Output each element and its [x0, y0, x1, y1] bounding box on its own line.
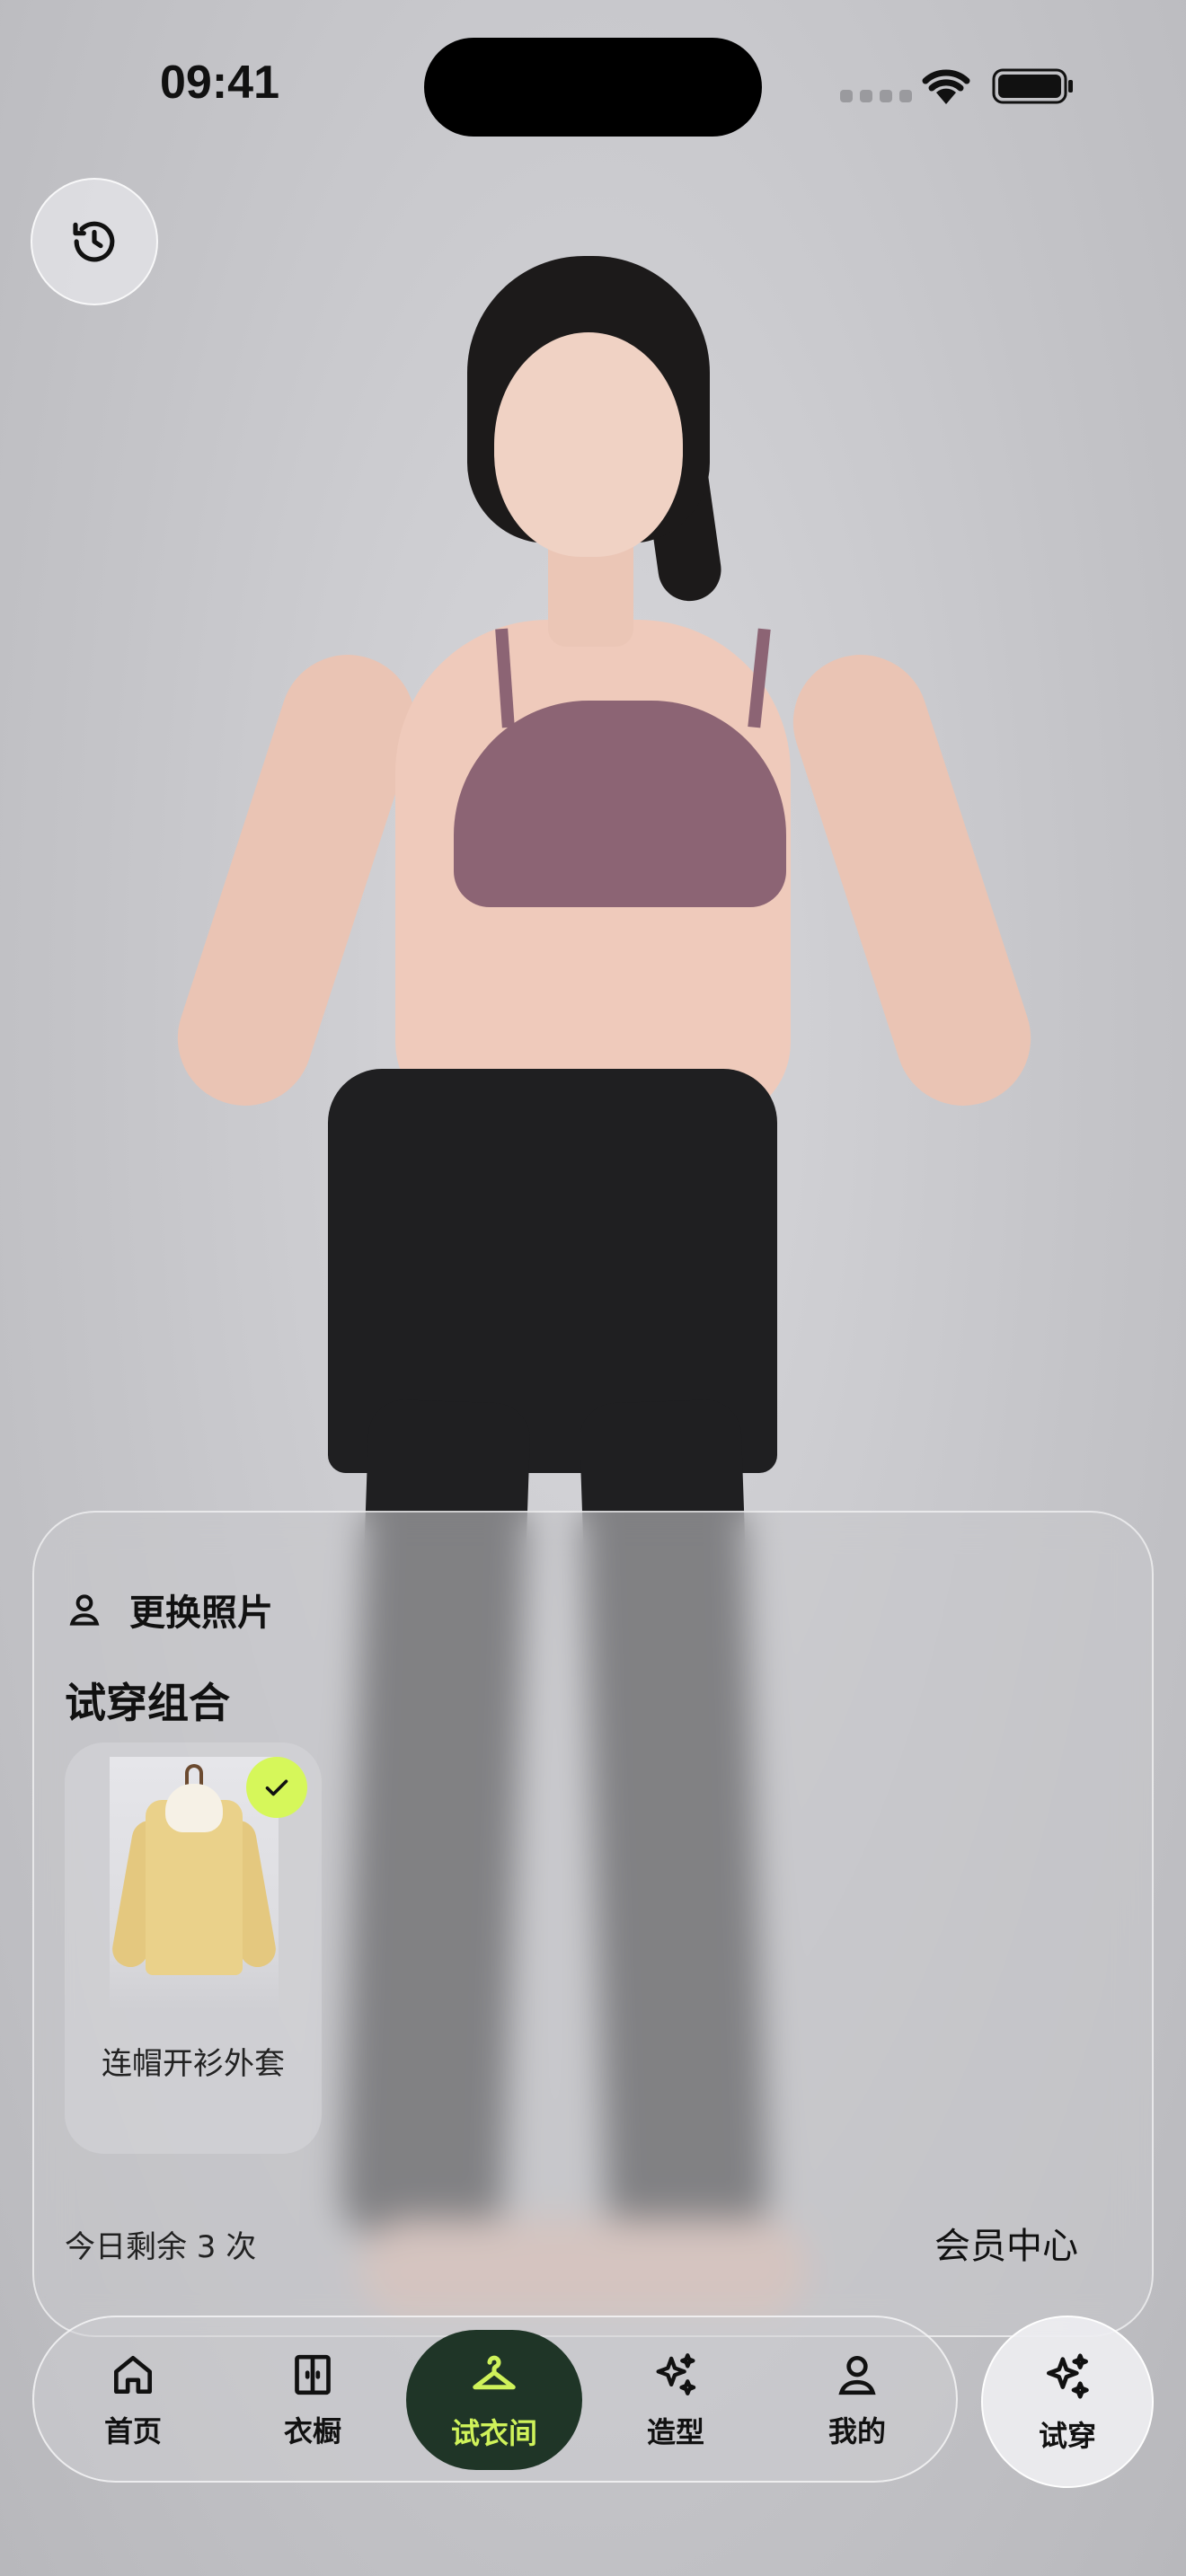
combo-title: 试穿组合 — [65, 1679, 230, 1727]
sparkle-icon — [656, 2353, 696, 2395]
outfit-item-name: 连帽开衫外套 — [102, 2046, 285, 2082]
person-icon — [69, 1594, 100, 1626]
try-on-label: 试穿 — [1038, 2419, 1096, 2453]
member-center-link[interactable]: 会员中心 — [934, 2217, 1078, 2269]
tab-styling-label: 造型 — [646, 2415, 704, 2449]
tab-home[interactable]: 首页 — [45, 2330, 221, 2470]
tab-wardrobe[interactable]: 衣橱 — [225, 2330, 401, 2470]
history-button[interactable] — [31, 178, 158, 305]
home-icon — [114, 2356, 153, 2394]
tab-profile[interactable]: 我的 — [769, 2330, 945, 2470]
change-photo-label: 更换照片 — [129, 1592, 273, 1634]
checkmark-icon — [265, 1779, 288, 1796]
cellular-signal-icon — [840, 90, 912, 102]
status-time: 09:41 — [160, 57, 279, 109]
tab-fitting-room-label: 试衣间 — [450, 2416, 537, 2450]
wifi-icon — [922, 69, 970, 104]
remaining-count-text: 今日剩余 3 次 — [65, 2229, 257, 2265]
battery-icon — [992, 68, 1073, 104]
sparkle-icon — [1047, 2353, 1089, 2399]
dynamic-island — [424, 38, 762, 137]
selected-check-badge[interactable] — [246, 1757, 307, 1818]
hanger-icon — [473, 2355, 516, 2390]
change-photo-button[interactable]: 更换照片 — [65, 1574, 273, 1645]
tab-wardrobe-label: 衣橱 — [283, 2414, 341, 2448]
tab-fitting-room[interactable]: 试衣间 — [406, 2330, 582, 2470]
try-on-button[interactable]: 试穿 — [981, 2316, 1154, 2488]
person-icon — [838, 2356, 876, 2395]
tab-styling[interactable]: 造型 — [588, 2330, 764, 2470]
tab-profile-label: 我的 — [828, 2414, 886, 2448]
wardrobe-icon — [295, 2354, 331, 2395]
tab-home-label: 首页 — [103, 2414, 162, 2448]
history-icon — [73, 221, 115, 262]
